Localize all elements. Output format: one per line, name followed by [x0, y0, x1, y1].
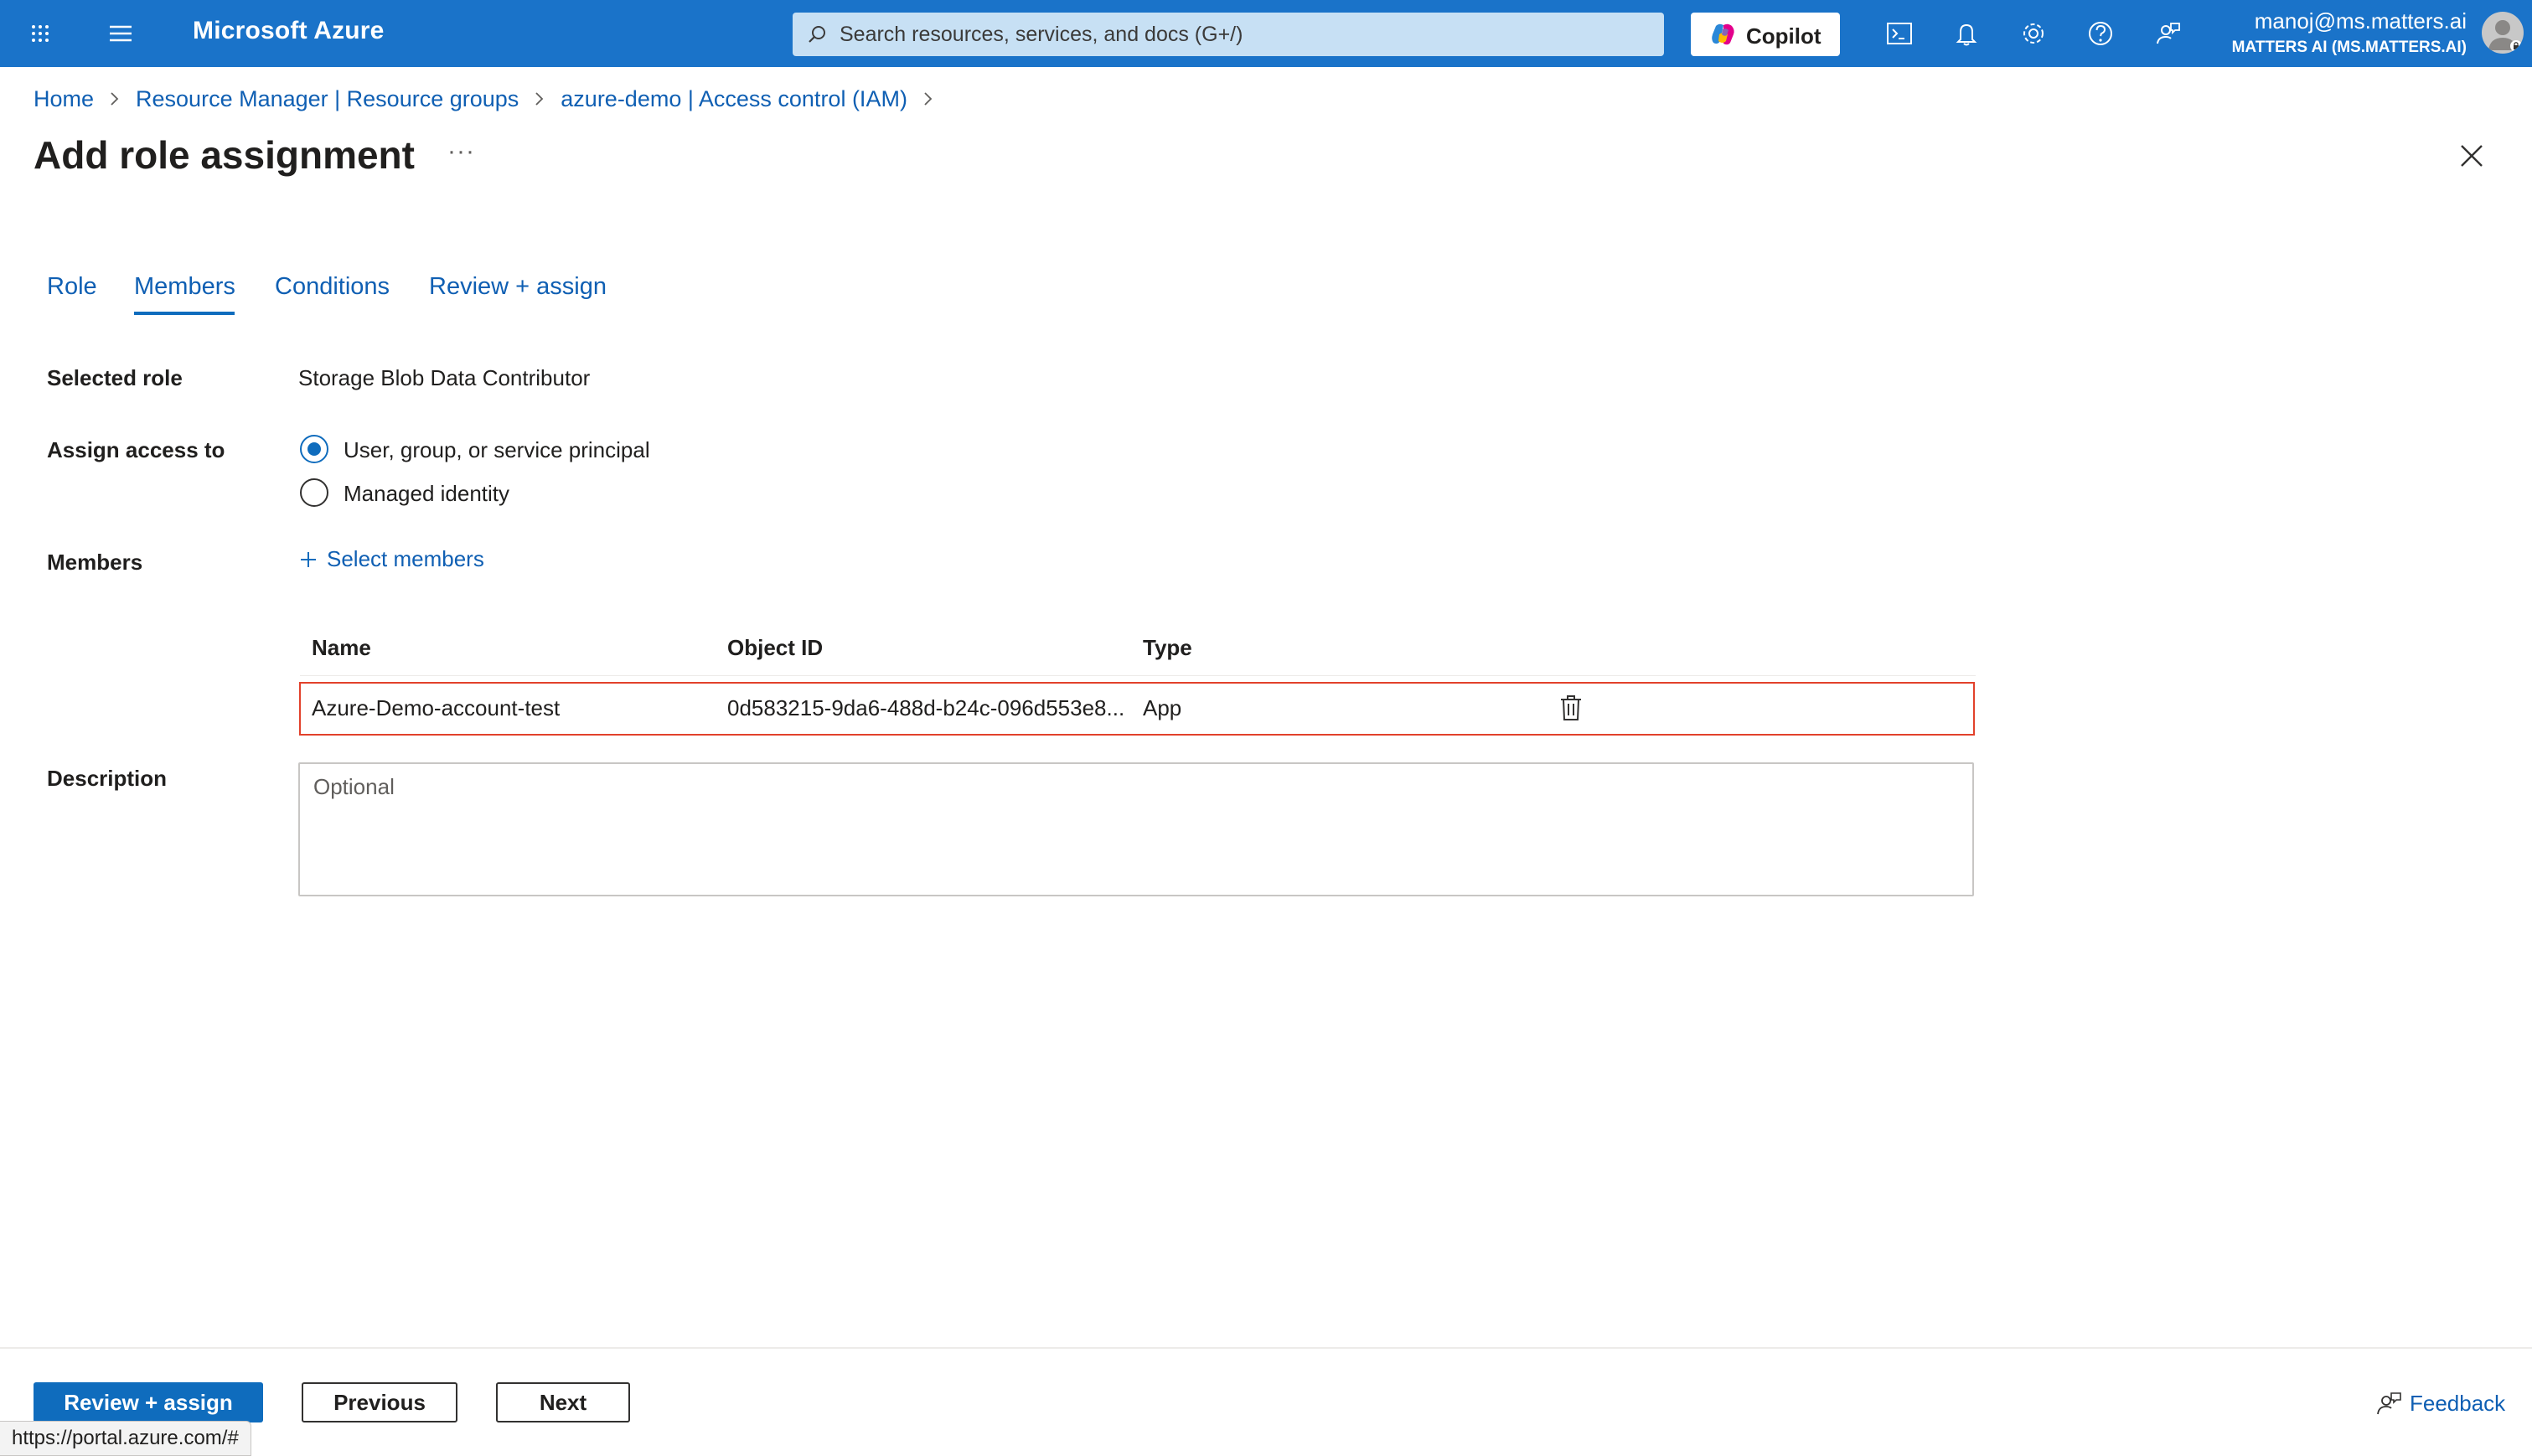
member-name: Azure-Demo-account-test [312, 695, 561, 720]
more-options-button[interactable]: ··· [447, 137, 475, 166]
tab-review-assign[interactable]: Review + assign [429, 273, 607, 301]
plus-icon [301, 551, 316, 567]
active-tab-indicator [134, 312, 235, 315]
copilot-button[interactable]: Copilot [1691, 13, 1840, 56]
user-email[interactable]: manoj@ms.matters.ai [2255, 8, 2467, 34]
feedback-icon[interactable] [2151, 17, 2184, 50]
copilot-label: Copilot [1746, 23, 1821, 49]
select-members-link[interactable]: Select members [298, 546, 484, 572]
gear-icon[interactable] [2017, 17, 2050, 50]
tab-conditions[interactable]: Conditions [275, 273, 390, 301]
trash-icon[interactable] [1558, 694, 1584, 722]
feedback-person-icon [2377, 1392, 2401, 1415]
table-header-divider [300, 675, 1976, 676]
feedback-label: Feedback [2410, 1390, 2506, 1416]
top-bar: Microsoft Azure Copilot manoj@ms.matters… [0, 0, 2532, 67]
copilot-icon [1712, 23, 1734, 45]
breadcrumb-resource-groups[interactable]: Resource Manager | Resource groups [136, 86, 519, 112]
members-label: Members [47, 550, 143, 575]
column-header-object-id: Object ID [727, 635, 824, 660]
description-field[interactable] [298, 762, 1974, 896]
breadcrumb: Home Resource Manager | Resource groups … [34, 84, 949, 114]
breadcrumb-access-control[interactable]: azure-demo | Access control (IAM) [561, 86, 907, 112]
hamburger-menu-icon[interactable] [104, 17, 137, 50]
radio-user-group-sp-label[interactable]: User, group, or service principal [344, 437, 650, 463]
radio-managed-identity[interactable] [300, 478, 328, 507]
description-label: Description [47, 766, 168, 791]
selected-role-label: Selected role [47, 365, 183, 390]
cloud-shell-icon[interactable] [1883, 17, 1916, 50]
search-input[interactable] [840, 13, 1644, 56]
tab-members[interactable]: Members [134, 273, 235, 301]
close-icon[interactable] [2457, 141, 2487, 171]
global-search[interactable] [793, 13, 1664, 56]
selected-role-value: Storage Blob Data Contributor [298, 365, 591, 390]
brand-title[interactable]: Microsoft Azure [193, 17, 385, 45]
search-icon [809, 26, 825, 43]
radio-managed-identity-label[interactable]: Managed identity [344, 481, 509, 507]
feedback-link[interactable]: Feedback [2374, 1389, 2505, 1417]
page-title: Add role assignment [34, 133, 415, 177]
next-button[interactable]: Next [496, 1382, 630, 1422]
radio-user-group-sp[interactable] [300, 435, 328, 463]
member-type: App [1143, 695, 1182, 720]
assign-access-label: Assign access to [47, 437, 225, 462]
column-header-name: Name [312, 635, 371, 660]
previous-button[interactable]: Previous [302, 1382, 457, 1422]
breadcrumb-home[interactable]: Home [34, 86, 94, 112]
help-icon[interactable] [2084, 17, 2117, 50]
chevron-right-icon [111, 92, 119, 106]
footer-divider [0, 1347, 2532, 1349]
avatar[interactable] [2482, 12, 2524, 54]
chevron-right-icon [535, 92, 544, 106]
review-assign-button[interactable]: Review + assign [34, 1382, 263, 1422]
chevron-right-icon [924, 92, 933, 106]
select-members-label: Select members [327, 546, 484, 571]
status-bar-url: https://portal.azure.com/# [0, 1421, 251, 1456]
member-object-id: 0d583215-9da6-488d-b24c-096d553e8... [727, 695, 1125, 720]
user-tenant[interactable]: MATTERS AI (MS.MATTERS.AI) [2232, 39, 2467, 57]
bell-icon[interactable] [1950, 17, 1983, 50]
column-header-type: Type [1143, 635, 1192, 660]
tab-role[interactable]: Role [47, 273, 97, 301]
app-launcher-icon[interactable] [23, 17, 57, 50]
